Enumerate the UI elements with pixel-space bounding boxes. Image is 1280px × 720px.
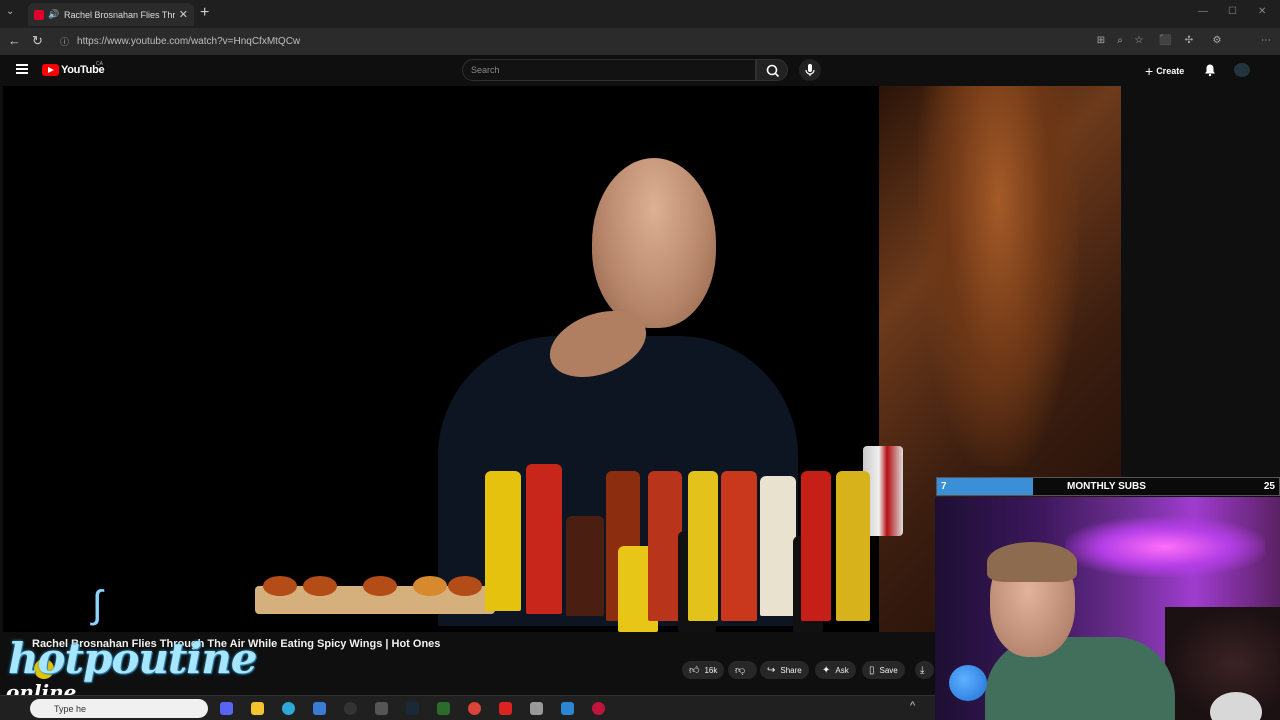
collections-icon[interactable]: ⚙ (1211, 35, 1223, 47)
discord-icon[interactable] (220, 702, 233, 715)
save-button[interactable]: ▯ Save (862, 661, 905, 679)
account-avatar[interactable] (1234, 63, 1250, 77)
reload-icon[interactable]: ↻ (32, 33, 43, 49)
app-icon[interactable] (437, 702, 450, 715)
apps-icon[interactable]: ⊞ (1095, 35, 1107, 47)
sauce-bottle (760, 476, 796, 616)
puzzle-icon[interactable]: ✣ (1183, 35, 1195, 47)
search-input[interactable]: Search (462, 59, 756, 81)
maximize-icon[interactable]: ☐ (1228, 6, 1237, 17)
sauce-bottle (801, 471, 831, 621)
site-info-icon[interactable]: ⓘ (60, 35, 69, 48)
address-bar-row: ← ↻ ⓘ https://www.youtube.com/watch?v=Hn… (0, 28, 1280, 77)
favorite-star-icon[interactable]: ☆ (1133, 35, 1145, 47)
extension-icon[interactable]: ⬛ (1159, 35, 1171, 47)
youtube-logo-icon[interactable] (42, 64, 59, 76)
tab-title: Rachel Brosnahan Flies Throu (64, 9, 175, 20)
ask-label: Ask (835, 665, 849, 675)
system-tray-chevron-icon[interactable]: ^ (910, 700, 915, 712)
share-button[interactable]: ↪ Share (760, 661, 809, 679)
microphone-icon (805, 64, 815, 76)
app-icon[interactable] (530, 702, 543, 715)
steam-icon[interactable] (406, 702, 419, 715)
monthly-subs-goal-bar: 7 MONTHLY SUBS 25 (936, 477, 1280, 496)
download-button[interactable]: ⤓ (915, 661, 935, 679)
sauce-bottle (688, 471, 718, 621)
streamer-hair (987, 542, 1077, 582)
like-button[interactable]: 👍︎ 16k (682, 661, 725, 679)
search-icon (766, 64, 780, 78)
windows-taskbar: Type he ^ (0, 695, 935, 720)
url-field[interactable]: ⓘ https://www.youtube.com/watch?v=HnqCfx… (52, 31, 1092, 52)
host-head (592, 158, 716, 328)
webcam-feed (935, 497, 1280, 720)
save-label: Save (879, 665, 898, 675)
more-menu-icon[interactable]: ⋯ (1260, 35, 1272, 47)
sauce-bottle (721, 471, 757, 621)
flame-logo-icon: ∫ (92, 584, 103, 626)
edge-icon[interactable] (282, 702, 295, 715)
voice-search-button[interactable] (799, 59, 821, 81)
minimize-icon[interactable]: — (1198, 6, 1208, 17)
sauce-bottle (836, 471, 870, 621)
new-tab-icon[interactable]: + (200, 4, 209, 22)
create-label: Create (1156, 66, 1185, 76)
settings-icon[interactable] (375, 702, 388, 715)
tab-list-icon[interactable]: ⌄ (6, 6, 14, 17)
plus-icon: + (1145, 63, 1154, 79)
ask-button[interactable]: ✦ Ask (815, 661, 856, 679)
dislike-button[interactable]: 👎︎ (728, 661, 758, 679)
share-label: Share (780, 665, 802, 675)
subs-progress-fill (937, 478, 1033, 495)
subs-goal: 25 (1263, 481, 1275, 492)
app-icon[interactable] (499, 702, 512, 715)
sauce-bottle (566, 516, 604, 616)
thumbs-down-icon: 👎︎ (735, 665, 746, 676)
neon-light (1065, 517, 1265, 577)
wing (413, 576, 447, 596)
wing (303, 576, 337, 596)
create-button[interactable]: + Create (1145, 63, 1184, 79)
sauce-bottle (526, 464, 562, 614)
hamburger-menu-icon[interactable] (16, 64, 28, 74)
speaker-icon[interactable]: 🔊 (48, 9, 59, 20)
stream-brand-logo: hotpoutine (8, 634, 257, 683)
notifications-bell-icon[interactable] (1203, 63, 1217, 77)
sauce-bottle (648, 471, 682, 621)
region-code: CA (96, 61, 103, 67)
blue-lamp (949, 665, 987, 701)
app-icon[interactable] (561, 702, 574, 715)
thumbs-up-icon: 👍︎ (689, 665, 700, 676)
obs-icon[interactable] (344, 702, 357, 715)
like-count: 16k (704, 665, 718, 675)
download-icon: ⤓ (920, 664, 925, 676)
subs-current: 7 (941, 481, 947, 492)
app-icon[interactable] (313, 702, 326, 715)
share-icon: ↪ (767, 664, 776, 676)
youtube-favicon-icon (34, 9, 44, 20)
back-icon[interactable]: ← (8, 33, 21, 48)
app-icon[interactable] (592, 702, 605, 715)
sauce-bottle (485, 471, 521, 611)
bookmark-icon: ▯ (869, 664, 875, 676)
wing (363, 576, 397, 596)
wing (448, 576, 482, 596)
wing (263, 576, 297, 596)
file-explorer-icon[interactable] (251, 702, 264, 715)
url-text: https://www.youtube.com/watch?v=HnqCfxMt… (77, 36, 301, 47)
chrome-icon[interactable] (468, 702, 481, 715)
browser-tab-strip: ⌄ 🔊 Rachel Brosnahan Flies Throu ✕ + — ☐… (0, 0, 1280, 28)
window-close-icon[interactable]: ✕ (1258, 6, 1266, 17)
subs-label: MONTHLY SUBS (1067, 481, 1146, 492)
close-tab-icon[interactable]: ✕ (179, 8, 188, 21)
zoom-icon[interactable]: ⌕ (1114, 35, 1126, 47)
search-button[interactable] (756, 59, 788, 81)
sparkle-icon: ✦ (822, 664, 831, 676)
taskbar-search-input[interactable]: Type he (30, 699, 208, 718)
youtube-header: YouTube CA Search + Create (0, 55, 1280, 86)
browser-tab[interactable]: 🔊 Rachel Brosnahan Flies Throu ✕ (28, 3, 194, 26)
